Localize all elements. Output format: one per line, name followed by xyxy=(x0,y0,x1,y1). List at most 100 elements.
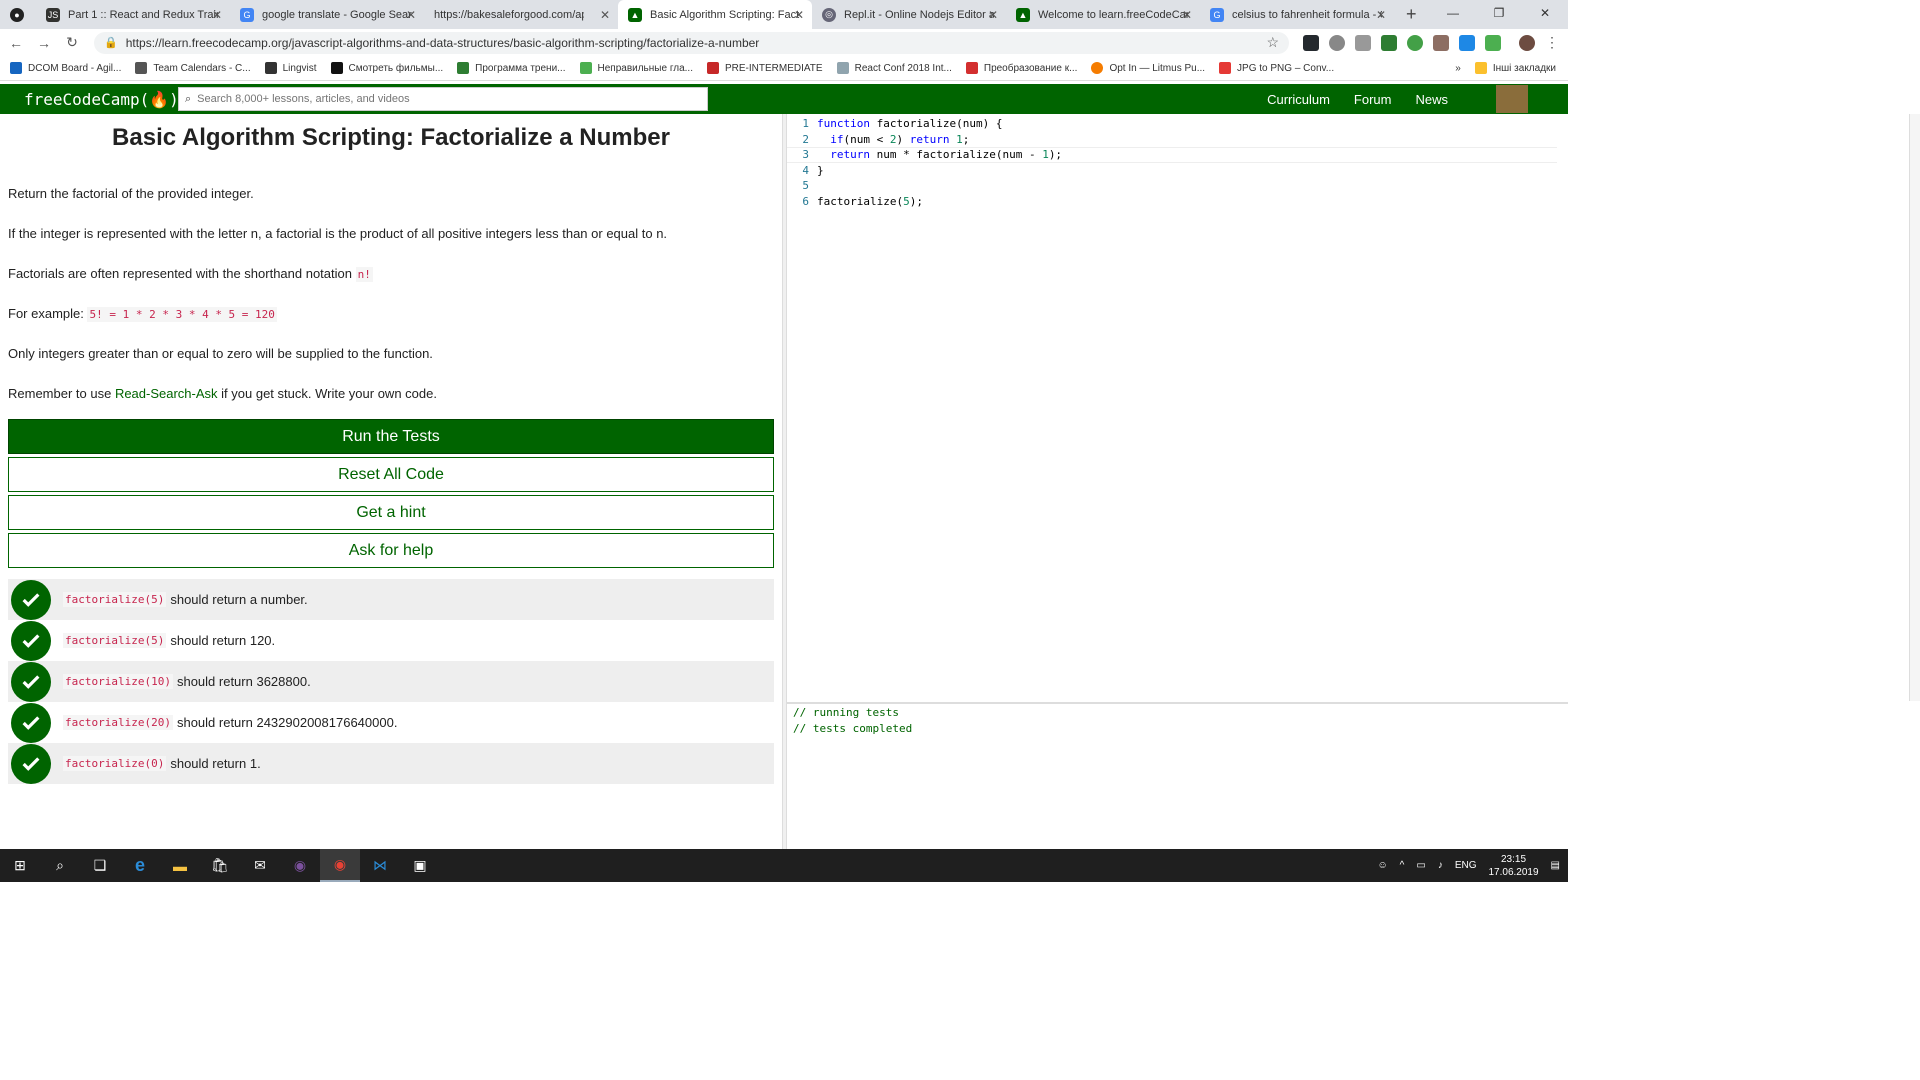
file-explorer-icon[interactable]: ▬ xyxy=(160,849,200,882)
close-window-icon[interactable]: ✕ xyxy=(1522,0,1568,26)
extension-icon[interactable] xyxy=(1459,34,1475,51)
editor-scrollbar[interactable] xyxy=(1909,114,1920,701)
photos-icon[interactable]: ▣ xyxy=(400,849,440,882)
close-icon[interactable]: ✕ xyxy=(794,8,804,22)
extension-icon[interactable] xyxy=(1303,34,1319,51)
test-results: factorialize(5) should return a number. f… xyxy=(8,579,774,784)
bookmark-item[interactable]: Team Calendars - C... xyxy=(135,62,251,74)
edge-icon[interactable]: e xyxy=(120,849,160,882)
network-icon[interactable]: ▭ xyxy=(1416,860,1425,871)
test-text: should return 2432902008176640000. xyxy=(176,715,398,730)
new-tab-button[interactable]: + xyxy=(1394,0,1429,29)
tab-factorialize[interactable]: ▲ Basic Algorithm Scripting: Facto ✕ xyxy=(618,0,812,29)
profile-avatar[interactable] xyxy=(1519,34,1535,51)
restore-icon[interactable]: ❐ xyxy=(1476,0,1522,26)
search-box[interactable]: ⌕ xyxy=(178,87,708,111)
minimize-icon[interactable]: — xyxy=(1430,0,1476,26)
search-input[interactable] xyxy=(197,93,701,105)
inline-code: n! xyxy=(355,267,373,282)
extension-icon[interactable] xyxy=(1433,34,1449,51)
bookmark-item[interactable]: Lingvist xyxy=(264,62,317,74)
bookmark-item[interactable]: Смотреть фильмы... xyxy=(330,62,443,74)
clock[interactable]: 23:15 17.06.2019 xyxy=(1488,853,1538,879)
close-icon[interactable]: ✕ xyxy=(406,8,416,22)
notifications-icon[interactable]: ▤ xyxy=(1551,860,1560,871)
check-icon xyxy=(11,702,51,743)
close-icon[interactable]: ✕ xyxy=(212,8,222,22)
viber-icon[interactable]: ◉ xyxy=(280,849,320,882)
extension-icon[interactable] xyxy=(1407,34,1423,51)
google-icon: G xyxy=(1210,7,1224,22)
tab-github[interactable]: ● xyxy=(0,0,36,29)
tab-google-translate[interactable]: Ggoogle translate - Google Search ✕ xyxy=(230,0,424,29)
bookmark-item[interactable]: JPG to PNG – Conv... xyxy=(1219,62,1334,74)
bookmark-item[interactable]: Opt In — Litmus Pu... xyxy=(1091,62,1205,74)
language-indicator[interactable]: ENG xyxy=(1455,860,1477,871)
bookmark-item[interactable]: React Conf 2018 Int... xyxy=(836,62,952,74)
bookmark-item[interactable]: DCOM Board - Agil... xyxy=(10,62,121,74)
people-icon[interactable]: ☺ xyxy=(1377,860,1387,871)
menu-icon[interactable]: ⋮ xyxy=(1545,35,1561,51)
reload-icon[interactable]: ↻ xyxy=(60,34,84,51)
nav-news[interactable]: News xyxy=(1415,92,1448,107)
bookmark-item[interactable]: Неправильные гла... xyxy=(579,62,693,74)
vscode-icon[interactable]: ⋈ xyxy=(360,849,400,882)
back-icon[interactable]: ← xyxy=(4,35,28,51)
tab-react-redux[interactable]: JSPart 1 :: React and Redux Training✕ xyxy=(36,0,230,29)
description-paragraph: Only integers greater than or equal to z… xyxy=(8,346,433,361)
run-tests-button[interactable]: Run the Tests xyxy=(8,419,774,454)
bookmark-favicon-icon xyxy=(965,62,978,74)
task-view-icon[interactable]: ❏ xyxy=(80,849,120,882)
tab-bakesale[interactable]: https://bakesaleforgood.com/api ✕ xyxy=(424,0,618,29)
url-text: https://learn.freecodecamp.org/javascrip… xyxy=(125,35,760,50)
volume-icon[interactable]: ♪ xyxy=(1438,860,1443,871)
page-title: Basic Algorithm Scripting: Factorialize … xyxy=(112,124,670,151)
more-bookmarks-button[interactable]: » xyxy=(1455,63,1461,74)
tab-fcc-welcome[interactable]: ▲ Welcome to learn.freeCodeCamp ✕ xyxy=(1006,0,1200,29)
close-icon[interactable]: ✕ xyxy=(1182,8,1192,22)
extension-icon[interactable] xyxy=(1381,34,1397,51)
close-icon[interactable]: ✕ xyxy=(600,8,610,22)
close-icon[interactable]: ✕ xyxy=(988,8,998,22)
bookmark-item[interactable]: Программа трени... xyxy=(457,62,566,74)
tab-celsius[interactable]: Gcelsius to fahrenheit formula - G ✕ xyxy=(1200,0,1394,29)
chevron-up-icon[interactable]: ^ xyxy=(1400,860,1405,871)
url-bar[interactable]: 🔒 https://learn.freecodecamp.org/javascr… xyxy=(94,31,1289,54)
star-icon[interactable]: ☆ xyxy=(1266,34,1279,51)
extension-icon[interactable] xyxy=(1329,34,1345,51)
extension-icon[interactable] xyxy=(1355,34,1371,51)
tab-replit[interactable]: ◎ Repl.it - Online Nodejs Editor an ✕ xyxy=(812,0,1006,29)
line-number: 3 xyxy=(802,148,809,162)
extension-icon[interactable] xyxy=(1485,34,1501,51)
bookmark-item[interactable]: Преобразование к... xyxy=(965,62,1077,74)
get-hint-button[interactable]: Get a hint xyxy=(8,495,774,530)
forward-icon[interactable]: → xyxy=(32,35,56,51)
test-code: factorialize(10) xyxy=(63,674,173,689)
check-icon xyxy=(11,661,51,702)
test-row: factorialize(5) should return 120. xyxy=(8,620,774,661)
store-icon[interactable]: 🛍 xyxy=(200,849,240,882)
close-icon[interactable]: ✕ xyxy=(1376,8,1386,22)
other-bookmarks[interactable]: Інші закладки xyxy=(1474,62,1556,74)
description-paragraph: For example: 5! = 1 * 2 * 3 * 4 * 5 = 12… xyxy=(8,306,277,322)
search-icon[interactable]: ⌕ xyxy=(40,849,80,882)
nav-curriculum[interactable]: Curriculum xyxy=(1267,92,1330,107)
reset-code-button[interactable]: Reset All Code xyxy=(8,457,774,492)
ask-help-button[interactable]: Ask for help xyxy=(8,533,774,568)
avatar[interactable] xyxy=(1496,85,1528,113)
windows-taskbar: ⊞ ⌕ ❏ e ▬ 🛍 ✉ ◉ ◉ ⋈ ▣ ☺ ^ ▭ ♪ ENG 23:15 1… xyxy=(0,849,1568,882)
read-search-ask-link[interactable]: Read-Search-Ask xyxy=(115,386,218,401)
test-code: factorialize(0) xyxy=(63,756,167,771)
bookmark-favicon-icon xyxy=(264,62,277,74)
mail-icon[interactable]: ✉ xyxy=(240,849,280,882)
code-editor[interactable]: 1 function factorialize(num) { 2 if(num <… xyxy=(787,114,1557,701)
inline-code: 5! = 1 * 2 * 3 * 4 * 5 = 120 xyxy=(87,307,277,322)
bookmark-favicon-icon xyxy=(1219,62,1232,74)
test-code: factorialize(5) xyxy=(63,633,167,648)
nav-forum[interactable]: Forum xyxy=(1354,92,1392,107)
fcc-logo[interactable]: freeCodeCamp(🔥) xyxy=(24,90,179,109)
chrome-icon[interactable]: ◉ xyxy=(320,849,360,882)
window-controls: — ❐ ✕ xyxy=(1430,0,1568,26)
bookmark-item[interactable]: PRE-INTERMEDIATE xyxy=(706,62,823,74)
windows-start-icon[interactable]: ⊞ xyxy=(0,849,40,882)
